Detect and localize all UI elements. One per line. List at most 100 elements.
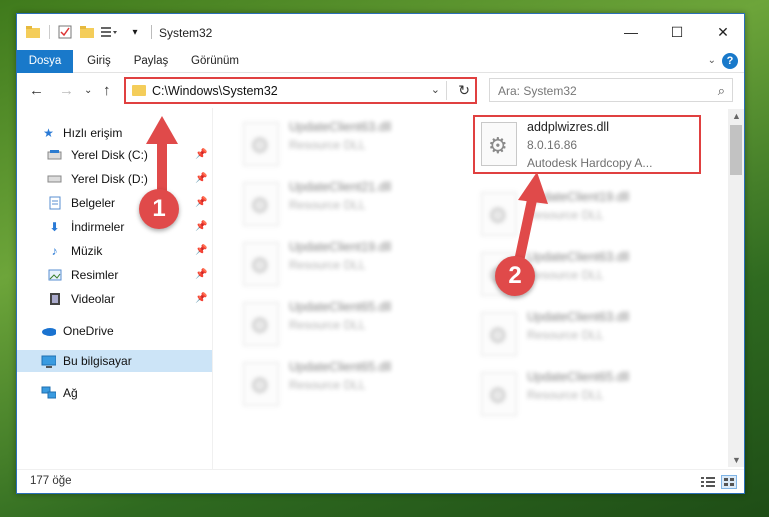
sidebar-item-label: Bu bilgisayar xyxy=(63,354,132,368)
music-icon: ♪ xyxy=(51,244,58,258)
dll-file-icon: ⚙ xyxy=(481,312,517,356)
forward-arrow-icon[interactable]: → xyxy=(59,82,74,99)
network-icon xyxy=(41,386,56,400)
vertical-scrollbar[interactable]: ▲ ▼ xyxy=(728,109,744,467)
sidebar-item-label: OneDrive xyxy=(63,324,114,338)
minimize-button[interactable]: — xyxy=(608,14,654,50)
sidebar-item-label: İndirmeler xyxy=(71,220,125,234)
file-type: Resource DLL xyxy=(289,138,366,152)
address-field[interactable]: C:\Windows\System32 ⌄ xyxy=(128,81,447,100)
folder-icon xyxy=(132,85,146,96)
sidebar-item-label: Resimler xyxy=(71,268,119,282)
ribbon-tabs: Dosya Giriş Paylaş Görünüm ⌄ ? xyxy=(17,50,744,73)
file-name: UpdateClient63.dll xyxy=(289,120,392,134)
sidebar-item-label: Müzik xyxy=(71,244,103,258)
scroll-down-icon[interactable]: ▼ xyxy=(732,455,741,465)
tab-gorunum[interactable]: Görünüm xyxy=(185,50,245,73)
new-folder-icon[interactable] xyxy=(79,24,95,40)
search-input[interactable]: Ara: System32 ⌕ xyxy=(489,78,733,102)
tab-giris[interactable]: Giriş xyxy=(79,50,119,73)
sidebar-item-label: Ağ xyxy=(63,386,78,400)
sidebar-item-label: Hızlı erişim xyxy=(63,126,123,140)
search-placeholder: Ara: System32 xyxy=(498,84,577,98)
download-icon: ⬇ xyxy=(49,220,60,234)
pictures-icon xyxy=(47,268,62,282)
help-icon[interactable]: ? xyxy=(722,53,738,69)
sidebar-item-network[interactable]: Ağ xyxy=(17,382,212,404)
pin-icon[interactable]: 📌 xyxy=(195,149,207,160)
sidebar-item-videos[interactable]: Videolar 📌 xyxy=(17,288,212,310)
sidebar-item-label: Videolar xyxy=(71,292,115,306)
sidebar-item-this-pc[interactable]: Bu bilgisayar xyxy=(17,350,212,372)
dll-file-icon: ⚙ xyxy=(243,122,279,166)
search-icon[interactable]: ⌕ xyxy=(718,83,725,99)
window-title: System32 xyxy=(159,26,213,40)
tiles-view-icon[interactable] xyxy=(721,475,737,489)
file-item[interactable]: ⚙ UpdateClient63.dll Resource DLL xyxy=(475,306,695,362)
dll-file-icon: ⚙ xyxy=(481,372,517,416)
maximize-button[interactable]: ☐ xyxy=(654,14,700,50)
file-item[interactable]: ⚙ UpdateClient65.dll Resource DLL xyxy=(237,296,457,352)
sidebar-item-onedrive[interactable]: OneDrive xyxy=(17,320,212,342)
refresh-icon[interactable]: ↻ xyxy=(458,82,470,99)
drive-icon xyxy=(47,172,62,186)
computer-icon xyxy=(41,354,56,368)
annotation-marker-1: 1 xyxy=(139,189,179,229)
expand-ribbon-icon[interactable]: ⌄ xyxy=(708,55,716,66)
sidebar-item-pictures[interactable]: Resimler 📌 xyxy=(17,264,212,286)
address-dropdown-icon[interactable]: ⌄ xyxy=(431,83,440,96)
file-name: UpdateClient19.dll xyxy=(289,240,392,254)
file-name: UpdateClient65.dll xyxy=(289,300,392,314)
dropdown-icon[interactable]: ▾ xyxy=(127,24,143,40)
sidebar-item-label: Yerel Disk (C:) xyxy=(71,148,148,162)
back-arrow-icon[interactable]: ← xyxy=(29,82,44,99)
scrollbar-thumb[interactable] xyxy=(730,125,742,175)
up-arrow-icon[interactable]: ↑ xyxy=(103,82,111,99)
pin-icon[interactable]: 📌 xyxy=(195,221,207,232)
videos-icon xyxy=(47,292,62,306)
sidebar-item-downloads[interactable]: ⬇ İndirmeler 📌 xyxy=(17,216,212,238)
star-icon: ★ xyxy=(43,126,54,140)
file-item[interactable]: ⚙ UpdateClient19.dll Resource DLL xyxy=(237,236,457,292)
properties-icon[interactable] xyxy=(57,24,73,40)
sidebar-item-label: Yerel Disk (D:) xyxy=(71,172,148,186)
drive-icon xyxy=(47,148,62,162)
file-name: UpdateClient65.dll xyxy=(527,370,630,384)
status-bar: 177 öğe xyxy=(17,469,744,494)
file-type: Resource DLL xyxy=(289,258,366,272)
file-item[interactable]: ⚙ UpdateClient65.dll Resource DLL xyxy=(475,366,695,422)
pin-icon[interactable]: 📌 xyxy=(195,173,207,184)
file-item[interactable]: ⚙ UpdateClient21.dll Resource DLL xyxy=(237,176,457,232)
details-view-icon[interactable] xyxy=(700,475,716,489)
file-type: Resource DLL xyxy=(289,378,366,392)
pin-icon[interactable]: 📌 xyxy=(195,197,207,208)
dll-file-icon: ⚙ xyxy=(243,302,279,346)
tab-dosya[interactable]: Dosya xyxy=(17,50,73,73)
scroll-up-icon[interactable]: ▲ xyxy=(732,111,741,121)
title-separator xyxy=(151,25,152,39)
dll-file-icon: ⚙ xyxy=(243,182,279,226)
address-bar[interactable]: C:\Windows\System32 ⌄ ↻ xyxy=(124,77,477,104)
pin-icon[interactable]: 📌 xyxy=(195,269,207,280)
file-name: UpdateClient63.dll xyxy=(527,310,630,324)
address-path[interactable]: C:\Windows\System32 xyxy=(152,84,278,98)
sidebar-item-music[interactable]: ♪ Müzik 📌 xyxy=(17,240,212,262)
file-type: Resource DLL xyxy=(527,388,604,402)
folder-icon xyxy=(25,24,41,40)
recent-locations-icon[interactable]: ⌄ xyxy=(84,85,92,96)
dll-file-icon: ⚙ xyxy=(243,362,279,406)
pin-icon[interactable]: 📌 xyxy=(195,245,207,256)
explorer-window: ▾ System32 — ☐ ✕ Dosya Giriş Paylaş Görü… xyxy=(16,13,745,494)
file-type: Resource DLL xyxy=(289,198,366,212)
customize-toolbar-icon[interactable] xyxy=(101,24,117,40)
file-item[interactable]: ⚙ UpdateClient65.dll Resource DLL xyxy=(237,356,457,412)
file-type: Resource DLL xyxy=(289,318,366,332)
dll-file-icon: ⚙ xyxy=(243,242,279,286)
toolbar-divider xyxy=(49,25,50,39)
sidebar-item-label: Belgeler xyxy=(71,196,116,210)
close-button[interactable]: ✕ xyxy=(700,14,746,50)
file-item[interactable]: ⚙ UpdateClient63.dll Resource DLL xyxy=(237,116,457,172)
pin-icon[interactable]: 📌 xyxy=(195,293,207,304)
documents-icon xyxy=(47,196,62,210)
tab-paylas[interactable]: Paylaş xyxy=(127,50,175,73)
